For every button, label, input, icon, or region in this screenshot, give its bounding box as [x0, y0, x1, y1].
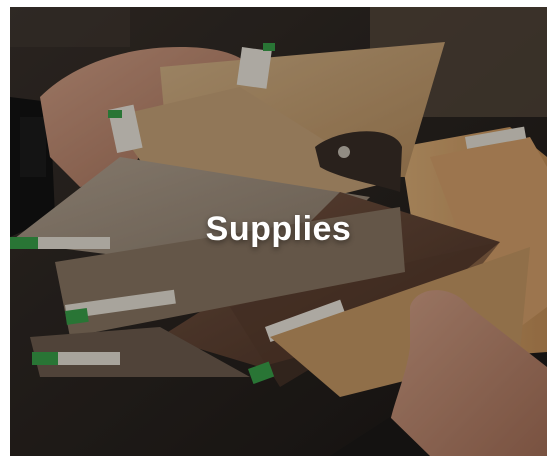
card-title: Supplies [205, 210, 352, 248]
supplies-category-card[interactable]: Supplies [10, 7, 547, 456]
